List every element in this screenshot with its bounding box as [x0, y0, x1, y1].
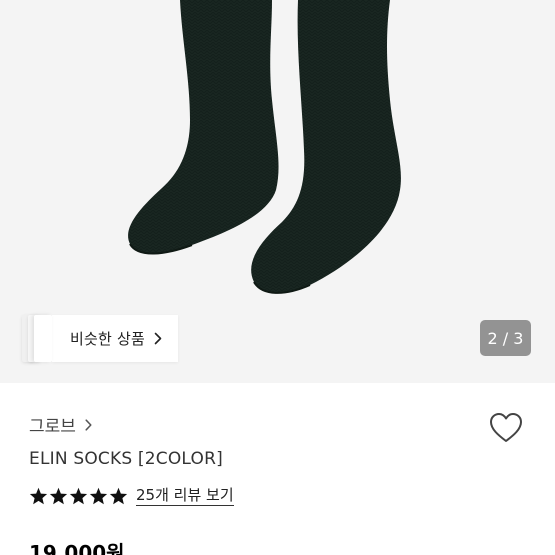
brand-link[interactable]: 그로브: [29, 412, 92, 437]
star-icon: [69, 487, 88, 505]
rating-row: 25개 리뷰 보기: [29, 486, 234, 506]
image-page-indicator: 2 / 3: [480, 320, 531, 356]
product-title: ELIN SOCKS [2COLOR]: [29, 449, 223, 469]
similar-products-button[interactable]: 비슷한 상품: [52, 315, 178, 362]
product-price: 19,000원: [29, 541, 125, 555]
chevron-right-icon: [85, 418, 92, 431]
thumbnail-strip: [34, 315, 52, 362]
star-icon: [89, 487, 108, 505]
star-rating: [29, 487, 128, 505]
star-icon: [109, 487, 128, 505]
star-icon: [29, 487, 48, 505]
similar-products-label: 비슷한 상품: [70, 330, 145, 348]
brand-name: 그로브: [29, 417, 76, 437]
heart-icon[interactable]: [488, 411, 524, 445]
review-link[interactable]: 25개 리뷰 보기: [136, 486, 234, 506]
chevron-right-icon: [154, 332, 162, 345]
similar-products-thumbnails: [22, 315, 52, 362]
similar-products-card[interactable]: 비슷한 상품: [22, 315, 178, 362]
product-image-gallery[interactable]: 비슷한 상품 2 / 3: [0, 0, 555, 383]
star-icon: [49, 487, 68, 505]
